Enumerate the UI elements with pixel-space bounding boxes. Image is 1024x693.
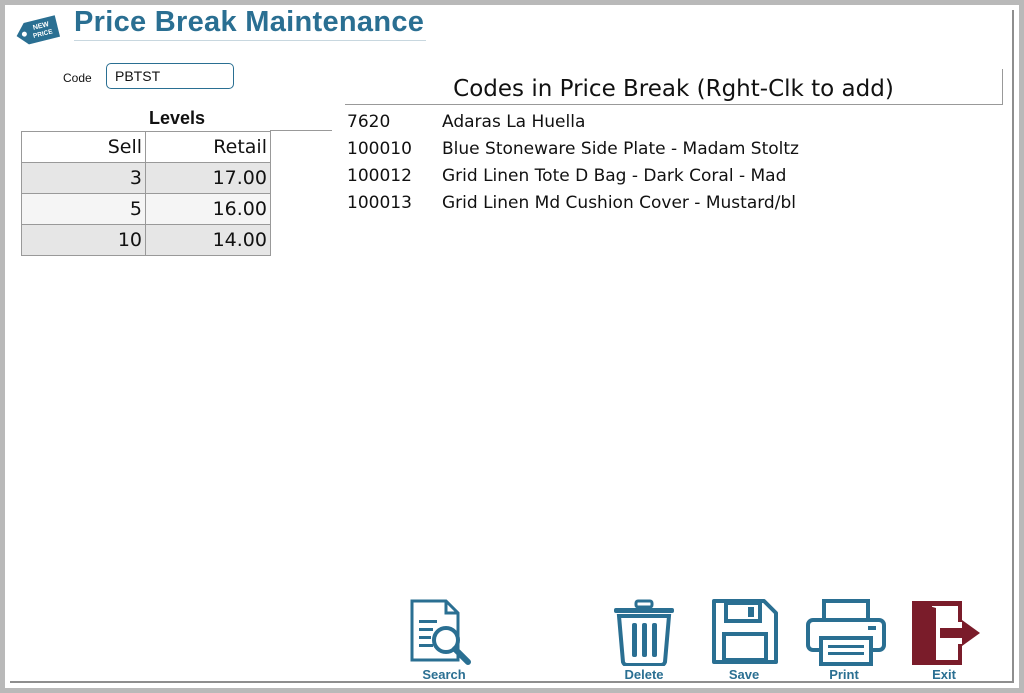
print-label: Print xyxy=(829,667,859,682)
levels-row[interactable]: 3 17.00 xyxy=(21,162,271,194)
new-price-tag-icon: NEW PRICE xyxy=(16,15,61,45)
levels-divider xyxy=(270,130,332,131)
item-code: 100010 xyxy=(347,139,412,159)
codes-list[interactable]: 7620 Adaras La Huella 100010 Blue Stonewar… xyxy=(347,111,799,219)
list-item[interactable]: 100012 Grid Linen Tote D Bag - Dark Coral… xyxy=(347,165,799,192)
title-underline xyxy=(74,40,426,41)
search-button[interactable]: Search xyxy=(406,598,482,684)
delete-button[interactable]: Delete xyxy=(606,598,682,684)
item-description: Grid Linen Tote D Bag - Dark Coral - Mad xyxy=(442,166,787,186)
exit-button[interactable]: Exit xyxy=(906,598,982,684)
item-description: Grid Linen Md Cushion Cover - Mustard/bl xyxy=(442,193,796,213)
item-code: 7620 xyxy=(347,112,391,132)
item-code: 100012 xyxy=(347,166,412,186)
sell-cell[interactable]: 10 xyxy=(21,224,146,256)
page-title: Price Break Maintenance xyxy=(74,6,425,38)
search-label: Search xyxy=(422,667,466,682)
code-input[interactable] xyxy=(106,63,234,89)
levels-row[interactable]: 5 16.00 xyxy=(21,193,271,225)
print-button[interactable]: Print xyxy=(806,598,886,684)
levels-title: Levels xyxy=(148,108,206,128)
levels-row[interactable]: 10 14.00 xyxy=(21,224,271,256)
trash-icon xyxy=(614,599,674,666)
item-description: Adaras La Huella xyxy=(442,112,586,132)
printer-icon xyxy=(806,599,886,666)
search-document-icon xyxy=(410,599,471,665)
exit-door-icon xyxy=(912,601,980,665)
list-item[interactable]: 7620 Adaras La Huella xyxy=(347,111,799,138)
retail-cell[interactable]: 14.00 xyxy=(145,224,271,256)
sell-cell[interactable]: 3 xyxy=(21,162,146,194)
delete-label: Delete xyxy=(624,667,664,682)
sell-cell[interactable]: 5 xyxy=(21,193,146,225)
codes-header: Codes in Price Break (Rght-Clk to add) xyxy=(345,69,1003,105)
retail-column-header[interactable]: Retail xyxy=(145,131,271,163)
levels-header-row: Sell Retail xyxy=(21,131,271,163)
save-button[interactable]: Save xyxy=(706,598,782,684)
retail-cell[interactable]: 16.00 xyxy=(145,193,271,225)
retail-cell[interactable]: 17.00 xyxy=(145,162,271,194)
list-item[interactable]: 100010 Blue Stoneware Side Plate - Madam … xyxy=(347,138,799,165)
levels-table: Sell Retail 3 17.00 5 16.00 10 14.00 xyxy=(21,131,271,256)
list-item[interactable]: 100013 Grid Linen Md Cushion Cover - Must… xyxy=(347,192,799,219)
sell-column-header[interactable]: Sell xyxy=(21,131,146,163)
item-description: Blue Stoneware Side Plate - Madam Stoltz xyxy=(442,139,799,159)
save-label: Save xyxy=(728,667,760,682)
floppy-disk-icon xyxy=(712,599,778,664)
code-label: Code xyxy=(63,71,92,85)
exit-label: Exit xyxy=(932,667,956,682)
item-code: 100013 xyxy=(347,193,412,213)
